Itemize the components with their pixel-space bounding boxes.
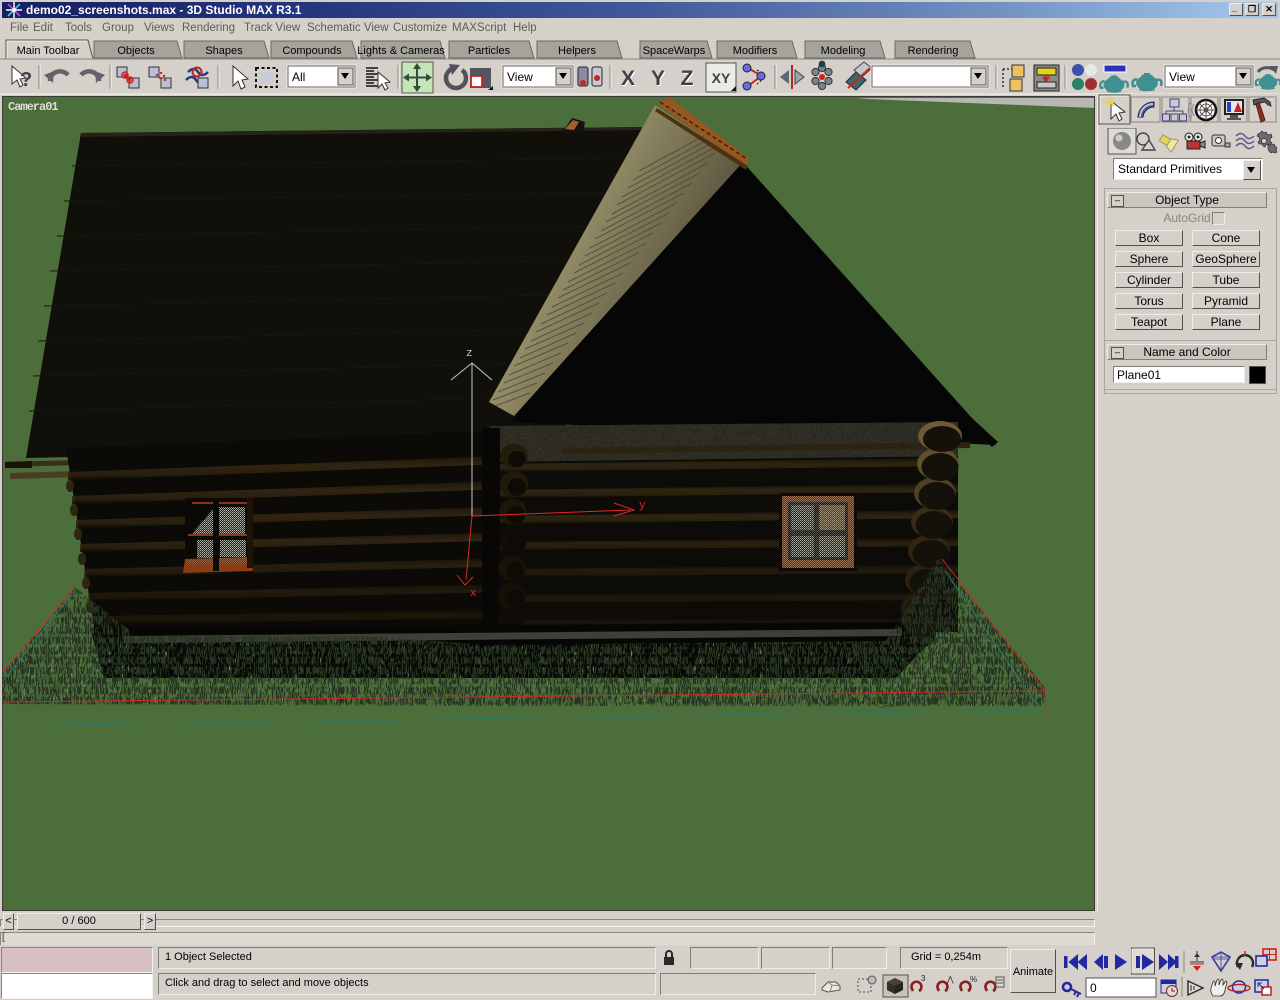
svg-text:View: View [507, 70, 533, 84]
svg-text:Modifiers: Modifiers [733, 45, 778, 57]
svg-text:Particles: Particles [468, 45, 511, 57]
svg-text:x: x [470, 588, 477, 600]
svg-text:0: 0 [1090, 981, 1097, 995]
svg-text:Lights & Cameras: Lights & Cameras [357, 45, 445, 57]
svg-text:Modeling: Modeling [821, 45, 866, 57]
svg-text:%: % [970, 975, 977, 984]
svg-text:Z: Z [681, 67, 694, 90]
svg-text:Compounds: Compounds [282, 45, 342, 57]
svg-text:Helpers: Helpers [558, 45, 596, 57]
svg-text:XY: XY [712, 70, 731, 86]
svg-text:3: 3 [921, 974, 926, 983]
svg-text:?: ? [20, 69, 32, 91]
svg-text:View: View [1169, 70, 1195, 84]
svg-text:Main Toolbar: Main Toolbar [17, 45, 80, 57]
svg-text:Shapes: Shapes [205, 45, 243, 57]
svg-text:⋀: ⋀ [946, 975, 954, 984]
svg-text:All: All [292, 70, 305, 84]
svg-text:Rendering: Rendering [908, 45, 959, 57]
svg-text:z: z [466, 348, 473, 360]
svg-text:X: X [621, 67, 635, 90]
svg-text:Camera01: Camera01 [8, 100, 58, 114]
svg-text:y: y [639, 500, 646, 512]
svg-text:Objects: Objects [117, 45, 155, 57]
svg-text:Y: Y [651, 67, 665, 90]
svg-text:SpaceWarps: SpaceWarps [643, 45, 706, 57]
